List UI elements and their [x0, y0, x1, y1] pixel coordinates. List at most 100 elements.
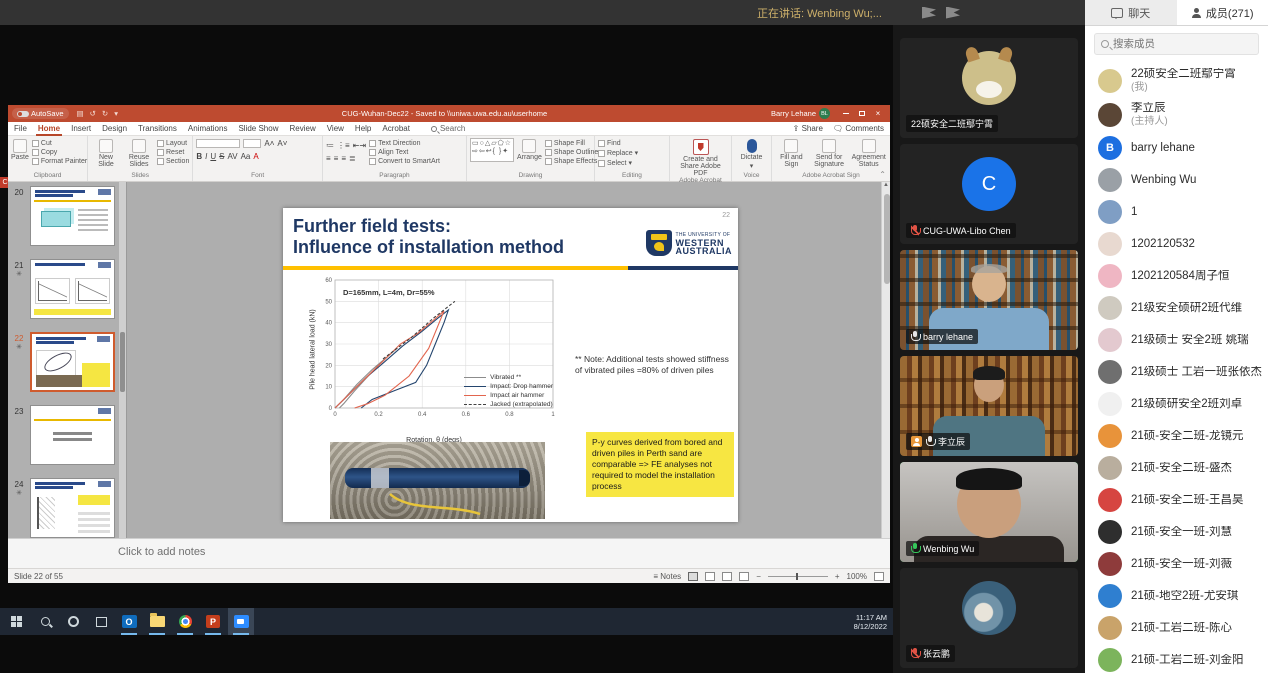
- member-row[interactable]: 21硕-安全二班-龙镜元: [1085, 420, 1268, 452]
- member-row[interactable]: 21硕-工岩二班-刘金阳: [1085, 644, 1268, 673]
- arrange-button[interactable]: Arrange: [517, 138, 542, 161]
- ribbon-tab[interactable]: Review: [289, 124, 315, 133]
- new-slide-button[interactable]: New Slide: [91, 138, 121, 168]
- zoom-out-button[interactable]: −: [756, 572, 761, 581]
- shape-outline-button[interactable]: Shape Outline: [545, 149, 598, 156]
- layout-button[interactable]: Layout: [157, 140, 189, 147]
- participant-video-tile[interactable]: 张云鹏: [900, 568, 1078, 668]
- start-button[interactable]: [4, 608, 30, 635]
- slide-thumbnail-21[interactable]: 21✳: [8, 259, 127, 319]
- undo-icon[interactable]: ↺: [90, 109, 96, 118]
- minimize-button[interactable]: [838, 107, 854, 120]
- create-pdf-button[interactable]: Create and Share Adobe PDF: [673, 138, 728, 177]
- taskbar-meeting-app[interactable]: [228, 608, 254, 635]
- align-text-button[interactable]: Align Text: [369, 149, 440, 156]
- screen-share-toolbar-icons[interactable]: [922, 7, 960, 19]
- save-icon[interactable]: ▤: [77, 109, 84, 118]
- taskbar-chrome[interactable]: [172, 608, 198, 635]
- replace-button[interactable]: Replace ▾: [598, 149, 638, 157]
- participant-video-tile[interactable]: C CUG-UWA-Libo Chen: [900, 144, 1078, 244]
- undo-icon[interactable]: [946, 7, 960, 19]
- zoom-in-button[interactable]: +: [835, 572, 840, 581]
- member-row[interactable]: 21硕-安全二班-王昌昊: [1085, 484, 1268, 516]
- taskbar-file-explorer[interactable]: [144, 608, 170, 635]
- section-button[interactable]: Section: [157, 158, 189, 165]
- send-signature-button[interactable]: Send for Signature: [811, 138, 848, 168]
- ribbon-tab[interactable]: Transitions: [138, 124, 177, 133]
- slide-scrollbar[interactable]: ▲: [881, 182, 890, 538]
- dropdown-icon[interactable]: ▾: [114, 109, 118, 118]
- tab-chat[interactable]: 聊天: [1085, 0, 1177, 25]
- dictate-button[interactable]: Dictate ▾: [735, 138, 768, 170]
- notes-toggle-button[interactable]: ≡ Notes: [653, 572, 681, 581]
- paste-button[interactable]: Paste: [11, 138, 29, 161]
- shape-effects-button[interactable]: Shape Effects: [545, 158, 598, 165]
- taskbar-powerpoint[interactable]: P: [200, 608, 226, 635]
- participant-video-tile[interactable]: 22硕安全二班鄢宁霄: [900, 38, 1078, 138]
- member-row[interactable]: 李立辰 (主持人): [1085, 98, 1268, 132]
- member-row[interactable]: 21级硕士 工岩一班张依杰: [1085, 356, 1268, 388]
- account-chip[interactable]: Barry LehaneBL: [771, 108, 830, 119]
- ribbon-tab[interactable]: Home: [38, 124, 60, 133]
- slideshow-button[interactable]: [739, 572, 749, 581]
- member-row[interactable]: 1202120532: [1085, 228, 1268, 260]
- ribbon-tab[interactable]: View: [327, 124, 344, 133]
- slide-thumbnail-22-selected[interactable]: 22✳: [8, 332, 127, 392]
- indent-icons[interactable]: ⇤⇥: [353, 141, 366, 150]
- member-row[interactable]: 21级硕研安全2班刘卓: [1085, 388, 1268, 420]
- fill-sign-button[interactable]: Fill and Sign: [775, 138, 808, 168]
- ribbon-tab[interactable]: Animations: [188, 124, 228, 133]
- font-name-select[interactable]: [196, 139, 240, 148]
- member-search-input[interactable]: [1113, 38, 1233, 50]
- font-size-select[interactable]: [243, 139, 261, 148]
- restore-button[interactable]: [854, 107, 870, 120]
- search-box[interactable]: Search: [431, 124, 465, 133]
- strikethrough-button[interactable]: S: [219, 152, 224, 161]
- member-row[interactable]: 22硕安全二班鄢宁霄 (我): [1085, 64, 1268, 98]
- cut-button[interactable]: Cut: [32, 140, 87, 147]
- member-row[interactable]: 1202120584周子恒: [1085, 260, 1268, 292]
- align-left-button[interactable]: ≡: [326, 154, 331, 163]
- shape-gallery[interactable]: ▭○△▱⬠☆⇨⇦↩{ }✦: [470, 138, 514, 162]
- quick-access-toolbar[interactable]: ▤↺↻▾: [77, 109, 118, 118]
- find-button[interactable]: Find: [598, 140, 638, 147]
- justify-button[interactable]: ≣: [349, 154, 356, 163]
- slide-thumbnail-20[interactable]: 20: [8, 186, 127, 246]
- text-direction-button[interactable]: Text Direction: [369, 140, 440, 147]
- select-button[interactable]: Select ▾: [598, 159, 638, 167]
- member-row[interactable]: Wenbing Wu: [1085, 164, 1268, 196]
- shrink-font-icon[interactable]: A˅: [277, 139, 287, 148]
- slide-thumbnail-23[interactable]: 23: [8, 405, 127, 465]
- reading-view-button[interactable]: [722, 572, 732, 581]
- smartart-button[interactable]: Convert to SmartArt: [369, 158, 440, 165]
- thumbnail-scrollbar[interactable]: [119, 182, 126, 538]
- change-case-icon[interactable]: Aa: [241, 152, 251, 161]
- shape-fill-button[interactable]: Shape Fill: [545, 140, 598, 147]
- align-right-button[interactable]: ≡: [341, 154, 346, 163]
- autosave-toggle[interactable]: AutoSave: [12, 108, 69, 119]
- font-color-button[interactable]: A: [253, 152, 258, 161]
- taskbar-clock[interactable]: 11:17 AM 8/12/2022: [854, 608, 887, 635]
- member-row[interactable]: 21级硕士 安全2班 姚瑞: [1085, 324, 1268, 356]
- numbering-button[interactable]: ⋮≡: [337, 141, 350, 150]
- participant-video-tile[interactable]: Wenbing Wu: [900, 462, 1078, 562]
- ribbon-tab[interactable]: Acrobat: [382, 124, 410, 133]
- zoom-slider[interactable]: [768, 576, 828, 577]
- cortana-button[interactable]: [60, 608, 86, 635]
- member-row[interactable]: 21级安全硕研2班代维: [1085, 292, 1268, 324]
- member-search[interactable]: [1094, 33, 1259, 55]
- slide-thumbnail-24[interactable]: 24✳: [8, 478, 127, 538]
- member-row[interactable]: 21硕-工岩二班-陈心: [1085, 612, 1268, 644]
- reset-button[interactable]: Reset: [157, 149, 189, 156]
- ribbon-tab[interactable]: Design: [102, 124, 127, 133]
- tab-members[interactable]: 成员(271): [1177, 0, 1268, 25]
- member-row[interactable]: 21硕-安全二班-盛杰: [1085, 452, 1268, 484]
- close-button[interactable]: ×: [870, 107, 886, 120]
- ribbon-tab[interactable]: File: [14, 124, 27, 133]
- bullets-button[interactable]: ≔: [326, 141, 334, 150]
- notes-pane[interactable]: Click to add notes: [8, 538, 890, 568]
- normal-view-button[interactable]: [688, 572, 698, 581]
- slide-sorter-button[interactable]: [705, 572, 715, 581]
- participant-video-tile[interactable]: 李立辰: [900, 356, 1078, 456]
- reuse-slides-button[interactable]: Reuse Slides: [124, 138, 154, 168]
